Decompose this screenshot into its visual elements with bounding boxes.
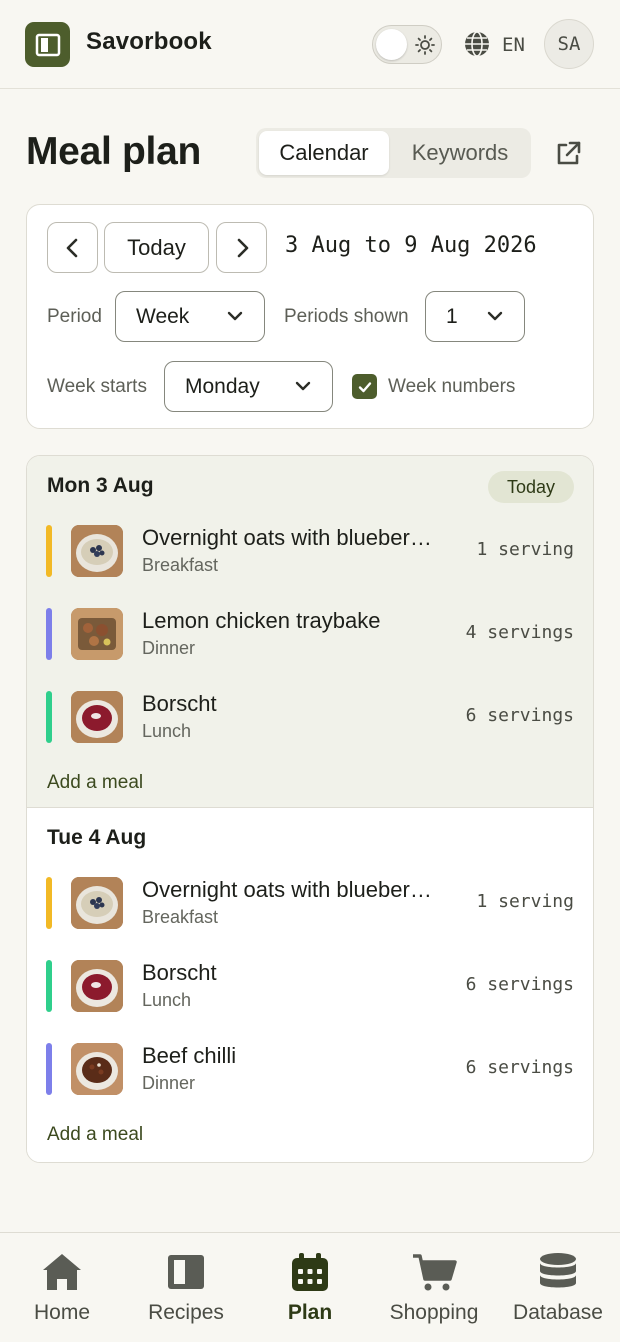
periods-shown-value: 1 [446,304,458,328]
nav-label: Shopping [389,1301,479,1324]
meal-item[interactable]: Overnight oats with blueber… Breakfast 1… [27,872,593,934]
meal-item[interactable]: Lemon chicken traybake Dinner 4 servings [27,603,593,665]
meal-type-bar [46,691,52,743]
meal-plan-days: Mon 3 Aug Today Overnight oats with blue… [26,455,594,1163]
database-icon [540,1253,576,1288]
nav-label: Database [513,1301,603,1324]
sun-icon [415,35,435,55]
app-logo[interactable] [25,22,70,67]
recipe-thumbnail [71,877,123,929]
page-title: Meal plan [26,130,202,173]
add-meal-link[interactable]: Add a meal [47,772,143,794]
avatar[interactable]: SA [544,19,594,69]
chevron-down-icon [487,311,503,321]
book-icon [168,1255,204,1289]
next-period-button[interactable] [216,222,267,273]
top-bar: Savorbook EN SA [0,0,620,89]
week-starts-label: Week starts [47,376,147,397]
meal-item[interactable]: Borscht Lunch 6 servings [27,686,593,748]
periods-shown-select[interactable]: 1 [425,291,525,342]
meal-servings: 1 serving [476,891,574,912]
meal-servings: 6 servings [465,705,574,726]
app-name: Savorbook [86,28,212,55]
book-icon [35,33,60,56]
plan-controls: Today 3 Aug to 9 Aug 2026 Period Week Pe… [26,204,594,429]
view-tabs: Calendar Keywords [256,128,531,178]
meal-name: Borscht [142,960,217,985]
meal-type-bar [46,608,52,660]
meal-name: Beef chilli [142,1043,237,1068]
week-starts-value: Monday [185,374,260,398]
home-icon [43,1254,81,1290]
meal-type: Breakfast [142,555,219,575]
today-badge: Today [488,471,574,503]
today-button[interactable]: Today [104,222,209,273]
meal-type-bar [46,877,52,929]
recipe-thumbnail [71,525,123,577]
recipe-thumbnail [71,608,123,660]
external-link-icon[interactable] [553,139,583,169]
bottom-nav: Home Recipes Plan Shopping Database [0,1232,620,1342]
language-selector[interactable]: EN [502,34,525,56]
period-value: Week [136,304,190,328]
date-range: 3 Aug to 9 Aug 2026 [285,233,537,258]
recipe-thumbnail [71,1043,123,1095]
nav-item-plan[interactable]: Plan [248,1233,372,1342]
meal-name: Overnight oats with blueber… [142,877,432,902]
periods-shown-label: Periods shown [284,306,409,327]
meal-servings: 4 servings [465,622,574,643]
meal-type: Dinner [142,1073,196,1093]
recipe-thumbnail [71,960,123,1012]
day-title: Tue 4 Aug [47,826,147,849]
period-select[interactable]: Week [115,291,265,342]
cart-icon [413,1254,457,1291]
day-title: Mon 3 Aug [47,474,154,497]
meal-servings: 1 serving [476,539,574,560]
recipe-thumbnail [71,691,123,743]
add-meal-link[interactable]: Add a meal [47,1124,143,1146]
toggle-knob [376,29,407,60]
nav-label: Plan [287,1301,333,1324]
meal-name: Overnight oats with blueber… [142,525,432,550]
meal-type: Lunch [142,990,192,1010]
theme-toggle[interactable] [372,25,442,64]
meal-item[interactable]: Beef chilli Dinner 6 servings [27,1038,593,1100]
meal-type-bar [46,525,52,577]
week-numbers-checkbox[interactable] [352,374,377,399]
chevron-right-icon [237,238,248,257]
meal-item[interactable]: Borscht Lunch 6 servings [27,955,593,1017]
meal-item[interactable]: Overnight oats with blueber… Breakfast 1… [27,520,593,582]
meal-type: Dinner [142,638,196,658]
week-starts-select[interactable]: Monday [164,361,333,412]
meal-type: Lunch [142,721,192,741]
meal-type: Breakfast [142,907,219,927]
nav-item-shopping[interactable]: Shopping [372,1233,496,1342]
meal-servings: 6 servings [465,974,574,995]
check-icon [358,381,371,392]
day-card: Mon 3 Aug Today Overnight oats with blue… [27,456,593,808]
globe-icon[interactable] [463,30,491,58]
previous-period-button[interactable] [47,222,98,273]
nav-item-recipes[interactable]: Recipes [124,1233,248,1342]
meal-name: Borscht [142,691,217,716]
meal-servings: 6 servings [465,1057,574,1078]
nav-item-home[interactable]: Home [0,1233,124,1342]
tab-calendar[interactable]: Calendar [259,131,389,175]
meal-type-bar [46,960,52,1012]
chevron-left-icon [66,238,77,257]
chevron-down-icon [227,311,243,321]
chevron-down-icon [295,381,311,391]
nav-item-database[interactable]: Database [496,1233,620,1342]
week-numbers-label: Week numbers [388,376,516,397]
day-card: Tue 4 Aug Overnight oats with blueber… B… [27,809,593,1162]
nav-label: Recipes [148,1301,224,1324]
calendar-icon [292,1253,328,1291]
meal-name: Lemon chicken traybake [142,608,381,633]
tab-keywords[interactable]: Keywords [392,131,528,175]
meal-type-bar [46,1043,52,1095]
nav-label: Home [33,1301,91,1324]
period-label: Period [47,306,102,327]
